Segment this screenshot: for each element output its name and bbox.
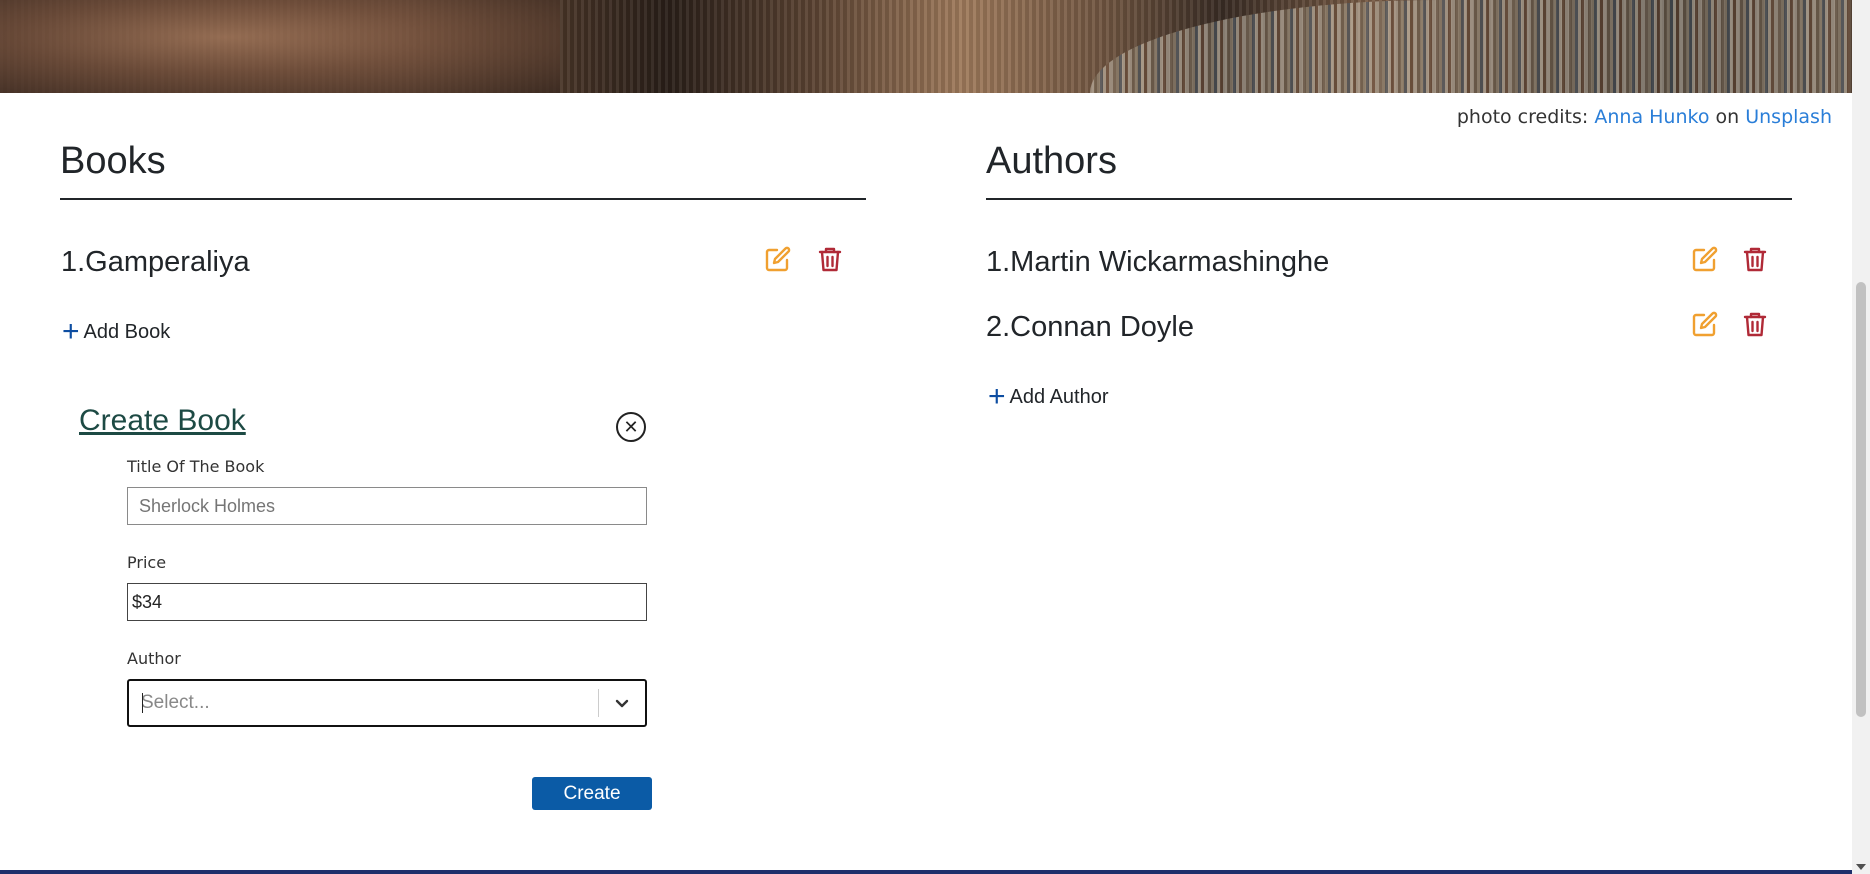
footer-edge <box>0 870 1852 874</box>
vertical-scrollbar[interactable] <box>1852 0 1870 874</box>
book-title-input[interactable] <box>127 487 647 525</box>
credits-author-link[interactable]: Anna Hunko <box>1594 106 1709 128</box>
books-divider <box>60 198 866 200</box>
create-book-title[interactable]: Create Book <box>79 404 246 438</box>
add-author-label: Add Author <box>1009 385 1109 408</box>
credits-site-link[interactable]: Unsplash <box>1745 106 1832 128</box>
delete-icon[interactable] <box>816 245 844 273</box>
delete-icon[interactable] <box>1741 245 1769 273</box>
credits-middle: on <box>1715 106 1740 128</box>
author-item-name: 1.Martin Wickarmashinghe <box>986 246 1330 278</box>
add-book-button[interactable]: + Add Book <box>62 317 170 347</box>
author-select-placeholder: Select... <box>141 692 210 713</box>
book-item-name: 1.Gamperaliya <box>61 246 250 278</box>
text-caret <box>142 693 143 713</box>
authors-heading: Authors <box>986 140 1117 182</box>
add-author-button[interactable]: + Add Author <box>988 382 1109 412</box>
title-field-label: Title Of The Book <box>127 457 265 476</box>
create-button[interactable]: Create <box>532 777 652 810</box>
authors-divider <box>986 198 1792 200</box>
banner-bookshelf <box>1090 0 1850 93</box>
credits-prefix: photo credits: <box>1456 106 1589 128</box>
price-input[interactable] <box>127 583 647 621</box>
chevron-down-icon[interactable] <box>599 695 645 711</box>
scrollbar-thumb[interactable] <box>1856 282 1866 717</box>
author-select[interactable]: Select... <box>127 679 647 727</box>
plus-icon: + <box>988 380 1006 413</box>
photo-credits: photo credits: Anna Hunko on Unsplash <box>1457 106 1832 128</box>
author-item-name: 2.Connan Doyle <box>986 311 1194 343</box>
edit-icon[interactable] <box>764 245 792 273</box>
author-field-label: Author <box>127 649 181 668</box>
edit-icon[interactable] <box>1691 310 1719 338</box>
plus-icon: + <box>62 315 80 348</box>
delete-icon[interactable] <box>1741 310 1769 338</box>
price-field-label: Price <box>127 553 167 572</box>
edit-icon[interactable] <box>1691 245 1719 273</box>
scroll-down-icon[interactable] <box>1856 864 1866 870</box>
close-icon[interactable]: ✕ <box>616 412 646 442</box>
banner-floor <box>0 0 560 93</box>
header-banner-image <box>0 0 1852 93</box>
books-heading: Books <box>60 140 166 182</box>
add-book-label: Add Book <box>83 320 171 343</box>
